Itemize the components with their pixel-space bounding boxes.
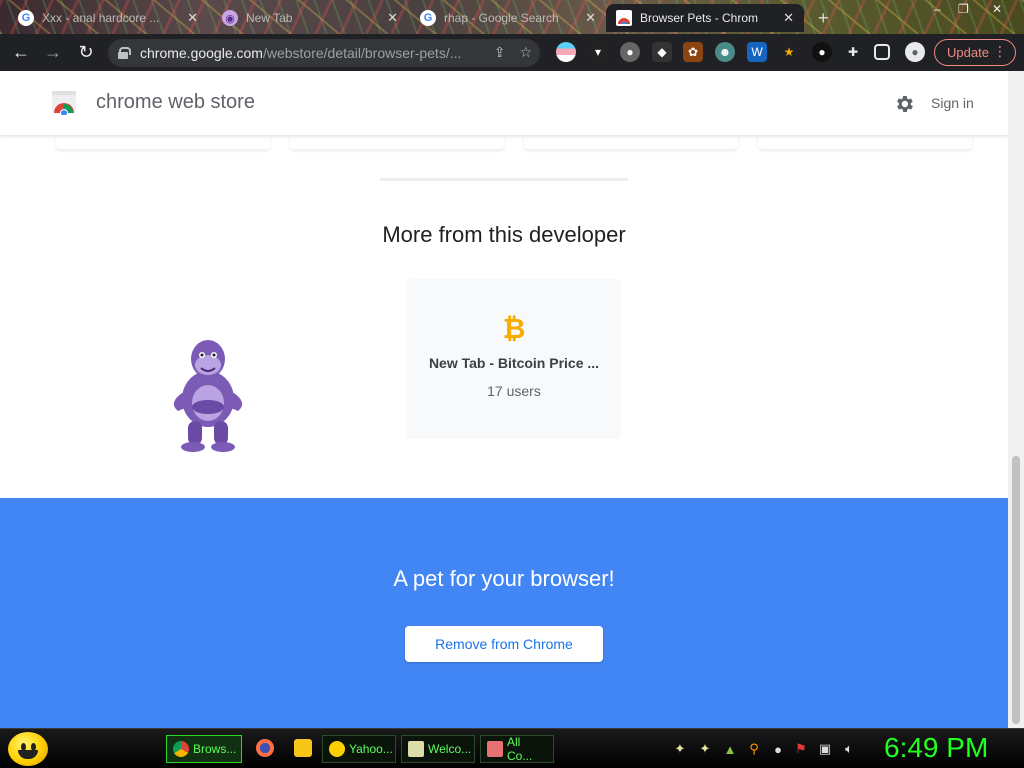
puzzle-extensions-icon[interactable]: ✚ <box>843 42 863 62</box>
smiley-start-button-icon[interactable] <box>8 732 48 766</box>
remove-from-chrome-button[interactable]: Remove from Chrome <box>405 626 603 662</box>
network-tray-icon[interactable]: ▣ <box>817 741 833 757</box>
store-header: chrome web store Sign in <box>0 71 1008 135</box>
close-tab-icon[interactable]: ✕ <box>187 10 198 26</box>
profile-avatar-icon[interactable]: ● <box>905 42 925 62</box>
section-divider <box>380 178 628 181</box>
close-tab-icon[interactable]: ✕ <box>585 10 596 26</box>
reload-icon[interactable]: ↻ <box>73 39 99 65</box>
url-host: chrome.google.com <box>140 45 263 61</box>
related-card-edge <box>56 135 270 149</box>
more-from-developer-heading: More from this developer <box>382 222 626 247</box>
tab-title: New Tab <box>246 11 293 25</box>
tray-app-icon[interactable]: ▲ <box>722 741 738 757</box>
google-icon: G <box>18 10 34 26</box>
extension-banner: A pet for your browser! Remove from Chro… <box>0 498 1008 728</box>
extension-name: New Tab - Bitcoin Price ... <box>428 355 600 371</box>
scrollbar-thumb[interactable] <box>1012 456 1020 724</box>
tab-title: rhap - Google Search <box>444 11 559 25</box>
webstore-icon <box>616 10 632 26</box>
store-title[interactable]: chrome web store <box>96 91 255 114</box>
circle-extension-icon[interactable]: ● <box>620 42 640 62</box>
mascot-extension-icon[interactable]: ☻ <box>715 42 735 62</box>
url-path: /webstore/detail/browser-pets/... <box>262 45 462 61</box>
bookmark-star-icon[interactable]: ☆ <box>519 44 532 61</box>
taskbar-item-welcome[interactable]: Welco... <box>401 735 475 763</box>
share-icon[interactable]: ⇪ <box>494 44 506 61</box>
related-card-edge <box>524 135 738 149</box>
tab-strip: G Xxx - anal hardcore ... ✕ ◉ New Tab ✕ … <box>0 0 1024 34</box>
update-label: Update <box>947 45 989 60</box>
purple-gorilla-pet-image[interactable] <box>166 337 250 453</box>
webstore-page: chrome web store Sign in More from this … <box>0 71 1008 728</box>
chrome-icon <box>173 741 189 757</box>
webstore-logo-icon[interactable] <box>50 91 78 115</box>
tab-3[interactable]: G rhap - Google Search ✕ <box>410 4 606 32</box>
forward-arrow-icon[interactable]: → <box>40 39 66 65</box>
banner-tagline: A pet for your browser! <box>393 566 615 591</box>
taskbar-item-all-co[interactable]: All Co... <box>480 735 554 763</box>
tab-1[interactable]: G Xxx - anal hardcore ... ✕ <box>8 4 208 32</box>
developer-extension-card[interactable]: ₿ New Tab - Bitcoin Price ... 17 users <box>407 279 621 439</box>
dark-extension-icon[interactable]: ● <box>812 42 832 62</box>
parrot-icon <box>408 741 424 757</box>
gear-icon[interactable] <box>893 93 915 115</box>
runner-extension-icon[interactable]: ★ <box>779 42 799 62</box>
taskbar-clock[interactable]: 6:49 PM <box>884 732 988 764</box>
page-scrollbar[interactable] <box>1008 71 1024 728</box>
taskbar-item-label: Brows... <box>193 742 237 756</box>
parrot-tray-icon[interactable]: ✦ <box>672 741 688 757</box>
extension-user-count: 17 users <box>487 383 541 399</box>
related-card-edge <box>290 135 504 149</box>
lock-icon <box>118 47 131 59</box>
close-window-button[interactable]: ✕ <box>992 2 1002 16</box>
new-tab-button[interactable]: + <box>818 8 829 29</box>
cat-extension-icon[interactable]: ▾ <box>588 42 608 62</box>
taskbar-item-label: All Co... <box>507 735 533 763</box>
taskbar-item-browser[interactable]: Brows... <box>166 735 242 763</box>
close-tab-icon[interactable]: ✕ <box>387 10 398 26</box>
taskbar: Brows... Yahoo... Welco... All Co... ✦ ✦… <box>0 728 1024 768</box>
parrot-tray-icon[interactable]: ✦ <box>697 741 713 757</box>
minimize-button[interactable]: – <box>934 2 941 16</box>
tab-title: Xxx - anal hardcore ... <box>42 11 160 25</box>
app-icon <box>487 741 503 757</box>
google-icon: G <box>420 10 436 26</box>
taskbar-item-yahoo[interactable]: Yahoo... <box>322 735 396 763</box>
folder-icon[interactable] <box>294 739 312 757</box>
wolf-extension-icon[interactable]: ◆ <box>652 42 672 62</box>
smiley-icon <box>329 741 345 757</box>
sign-in-link[interactable]: Sign in <box>931 95 974 111</box>
tab-2[interactable]: ◉ New Tab ✕ <box>212 4 408 32</box>
tab-title: Browser Pets - Chrome W <box>640 11 758 25</box>
firefox-icon[interactable] <box>256 739 274 757</box>
newtab-icon: ◉ <box>222 10 238 26</box>
paw-extension-icon[interactable]: ✿ <box>683 42 703 62</box>
tab-4-active[interactable]: Browser Pets - Chrome W ✕ <box>606 4 804 32</box>
restore-button[interactable]: ❐ <box>958 2 969 16</box>
chrome-menu-icon[interactable]: ⋮ <box>993 44 1007 58</box>
address-bar[interactable]: chrome.google.com/webstore/detail/browse… <box>108 39 540 67</box>
flag-tray-icon[interactable]: ⚑ <box>793 741 809 757</box>
side-panel-icon[interactable] <box>874 44 890 60</box>
back-arrow-icon[interactable]: ← <box>8 39 34 65</box>
taskbar-item-label: Yahoo... <box>349 742 393 756</box>
wt-extension-icon[interactable]: W <box>747 42 767 62</box>
volume-tray-icon[interactable]: 🔈︎ <box>841 741 857 757</box>
close-tab-icon[interactable]: ✕ <box>783 10 794 26</box>
related-card-edge <box>758 135 972 149</box>
flag-extension-icon[interactable] <box>556 42 576 62</box>
update-button[interactable]: Update ⋮ <box>934 39 1016 66</box>
bonzi-tray-icon[interactable]: ● <box>770 741 786 757</box>
taskbar-item-label: Welco... <box>428 742 472 756</box>
search-tray-icon[interactable]: ⚲ <box>746 741 762 757</box>
bitcoin-icon: ₿ <box>502 312 526 345</box>
